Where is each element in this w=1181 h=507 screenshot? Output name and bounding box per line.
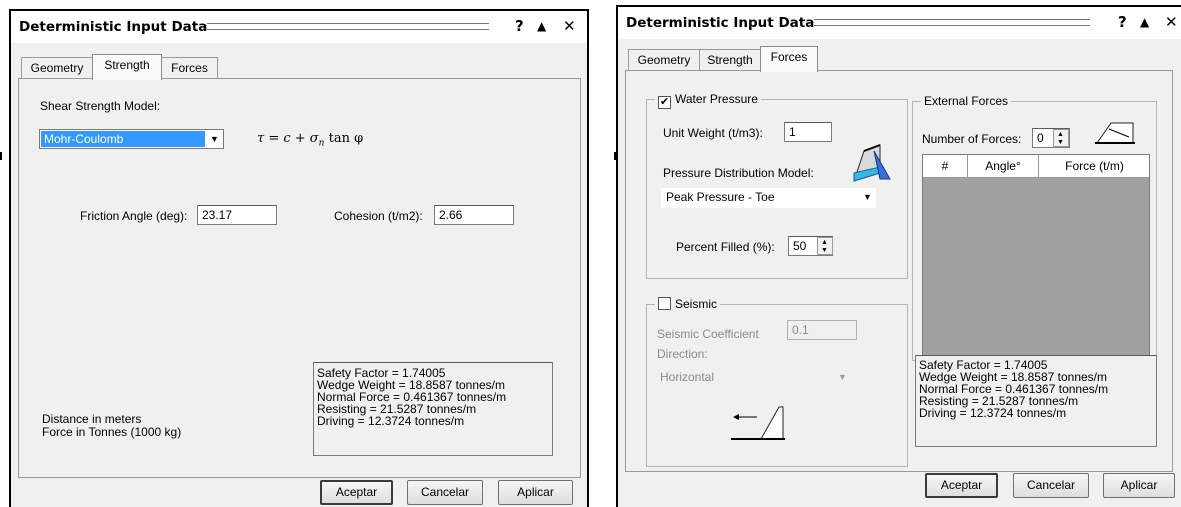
tab-geometry[interactable]: Geometry: [628, 49, 700, 71]
title-bar[interactable]: Deterministic Input Data ? ▲ ✕: [11, 11, 587, 43]
seismic-toggle[interactable]: Seismic: [655, 297, 721, 311]
cohesion-input[interactable]: 2.66: [434, 205, 514, 225]
tab-strength[interactable]: Strength: [92, 54, 162, 80]
seismic-checkbox[interactable]: [658, 297, 671, 310]
seismic-icon: [731, 406, 785, 440]
friction-angle-input[interactable]: 23.17: [197, 205, 277, 225]
apply-button[interactable]: Aplicar: [498, 480, 573, 505]
percent-filled-stepper[interactable]: ▲ ▼: [817, 237, 833, 255]
tab-geometry[interactable]: Geometry: [21, 57, 93, 79]
right-dialog: Deterministic Input Data ? ▲ ✕ Geometry …: [616, 5, 1181, 507]
formula-main: τ = c + σ: [257, 131, 319, 146]
help-button[interactable]: ?: [515, 17, 524, 35]
forces-panel: ✔ Water Pressure Unit Weight (t/m3): 1 Pr…: [625, 70, 1173, 472]
close-button[interactable]: ✕: [563, 17, 576, 35]
minimize-button[interactable]: ▲: [537, 19, 546, 33]
shear-model-select[interactable]: Mohr-Coulomb ▼: [39, 129, 224, 149]
cancel-button[interactable]: Cancelar: [1013, 473, 1089, 498]
mohr-coulomb-formula: τ = c + σn tan φ: [257, 131, 363, 149]
frame-edge: [587, 9, 589, 507]
left-dialog: Deterministic Input Data ? ▲ ✕ Geometry …: [9, 9, 589, 507]
shear-model-label: Shear Strength Model:: [40, 99, 161, 113]
title-rule: [814, 19, 1090, 26]
minimize-button[interactable]: ▲: [1140, 15, 1149, 29]
forces-table[interactable]: # Angle° Force (t/m): [922, 154, 1150, 357]
frame-edge: [9, 9, 11, 507]
direction-label: Direction:: [657, 347, 708, 361]
tab-strength[interactable]: Strength: [699, 49, 761, 71]
driving-text: Driving = 12.3724 tonnes/m: [919, 406, 1067, 420]
water-pressure-toggle[interactable]: ✔ Water Pressure: [655, 92, 761, 109]
distance-units-label: Distance in meters: [42, 412, 142, 426]
title-rule: [207, 23, 489, 30]
seismic-label: Seismic: [675, 297, 718, 311]
unit-weight-input[interactable]: 1: [784, 122, 832, 142]
direction-value: Horizontal: [660, 370, 715, 384]
formula-tail: tan φ: [324, 131, 364, 146]
dialog-title: Deterministic Input Data: [19, 19, 208, 35]
force-units-label: Force in Tonnes (1000 kg): [42, 425, 182, 439]
external-forces-label: External Forces: [921, 94, 1012, 108]
tab-forces[interactable]: Forces: [161, 57, 218, 79]
close-button[interactable]: ✕: [1165, 13, 1178, 31]
number-of-forces-stepper[interactable]: ▲ ▼: [1053, 129, 1069, 147]
water-pressure-group: ✔ Water Pressure Unit Weight (t/m3): 1 Pr…: [646, 92, 908, 279]
seismic-group: Seismic Seismic Coefficient 0.1 Directio…: [646, 297, 908, 467]
shear-model-value: Mohr-Coulomb: [41, 131, 205, 147]
frame-edge: [616, 5, 618, 507]
title-bar[interactable]: Deterministic Input Data ? ▲ ✕: [618, 7, 1181, 39]
external-forces-group: External Forces Number of Forces: 0 ▲ ▼ #…: [912, 94, 1157, 361]
external-force-icon: [1095, 122, 1135, 144]
water-pressure-checkbox[interactable]: ✔: [658, 96, 671, 109]
ok-button[interactable]: Aceptar: [320, 480, 393, 505]
water-pressure-label: Water Pressure: [675, 92, 758, 106]
edge-marker: [614, 152, 616, 160]
edge-marker: [0, 152, 2, 160]
results-box: Safety Factor = 1.74005 Wedge Weight = 1…: [313, 362, 553, 456]
results-box: Safety Factor = 1.74005 Wedge Weight = 1…: [915, 355, 1157, 447]
seismic-coefficient-label: Seismic Coefficient: [657, 327, 759, 341]
column-header-force[interactable]: Force (t/m): [1039, 155, 1150, 177]
friction-angle-label: Friction Angle (deg):: [80, 209, 188, 223]
chevron-down-icon[interactable]: ▼: [859, 188, 876, 206]
direction-select[interactable]: Horizontal ▼: [655, 368, 851, 388]
seismic-coefficient-input[interactable]: 0.1: [787, 320, 857, 340]
number-of-forces-label: Number of Forces:: [922, 132, 1022, 146]
chevron-down-icon[interactable]: ▼: [834, 368, 851, 386]
cohesion-label: Cohesion (t/m2):: [334, 209, 423, 223]
dialog-title: Deterministic Input Data: [626, 15, 815, 31]
distribution-model-value: Peak Pressure - Toe: [666, 190, 775, 204]
column-header-angle[interactable]: Angle°: [968, 155, 1039, 177]
forces-table-header: # Angle° Force (t/m): [923, 155, 1149, 178]
cancel-button[interactable]: Cancelar: [407, 480, 483, 505]
distribution-model-label: Pressure Distribution Model:: [663, 166, 814, 180]
water-pressure-icon: [853, 144, 891, 182]
unit-weight-label: Unit Weight (t/m3):: [663, 126, 763, 140]
percent-filled-label: Percent Filled (%):: [676, 240, 775, 254]
strength-panel: Shear Strength Model: Mohr-Coulomb ▼ τ =…: [18, 78, 581, 478]
distribution-model-select[interactable]: Peak Pressure - Toe ▼: [661, 188, 876, 208]
ok-button[interactable]: Aceptar: [925, 473, 998, 498]
chevron-down-icon[interactable]: ▼: [206, 130, 223, 148]
tab-forces[interactable]: Forces: [760, 46, 818, 72]
help-button[interactable]: ?: [1118, 13, 1127, 31]
apply-button[interactable]: Aplicar: [1103, 473, 1175, 498]
driving-text: Driving = 12.3724 tonnes/m: [317, 414, 465, 428]
column-header-number[interactable]: #: [923, 155, 968, 177]
